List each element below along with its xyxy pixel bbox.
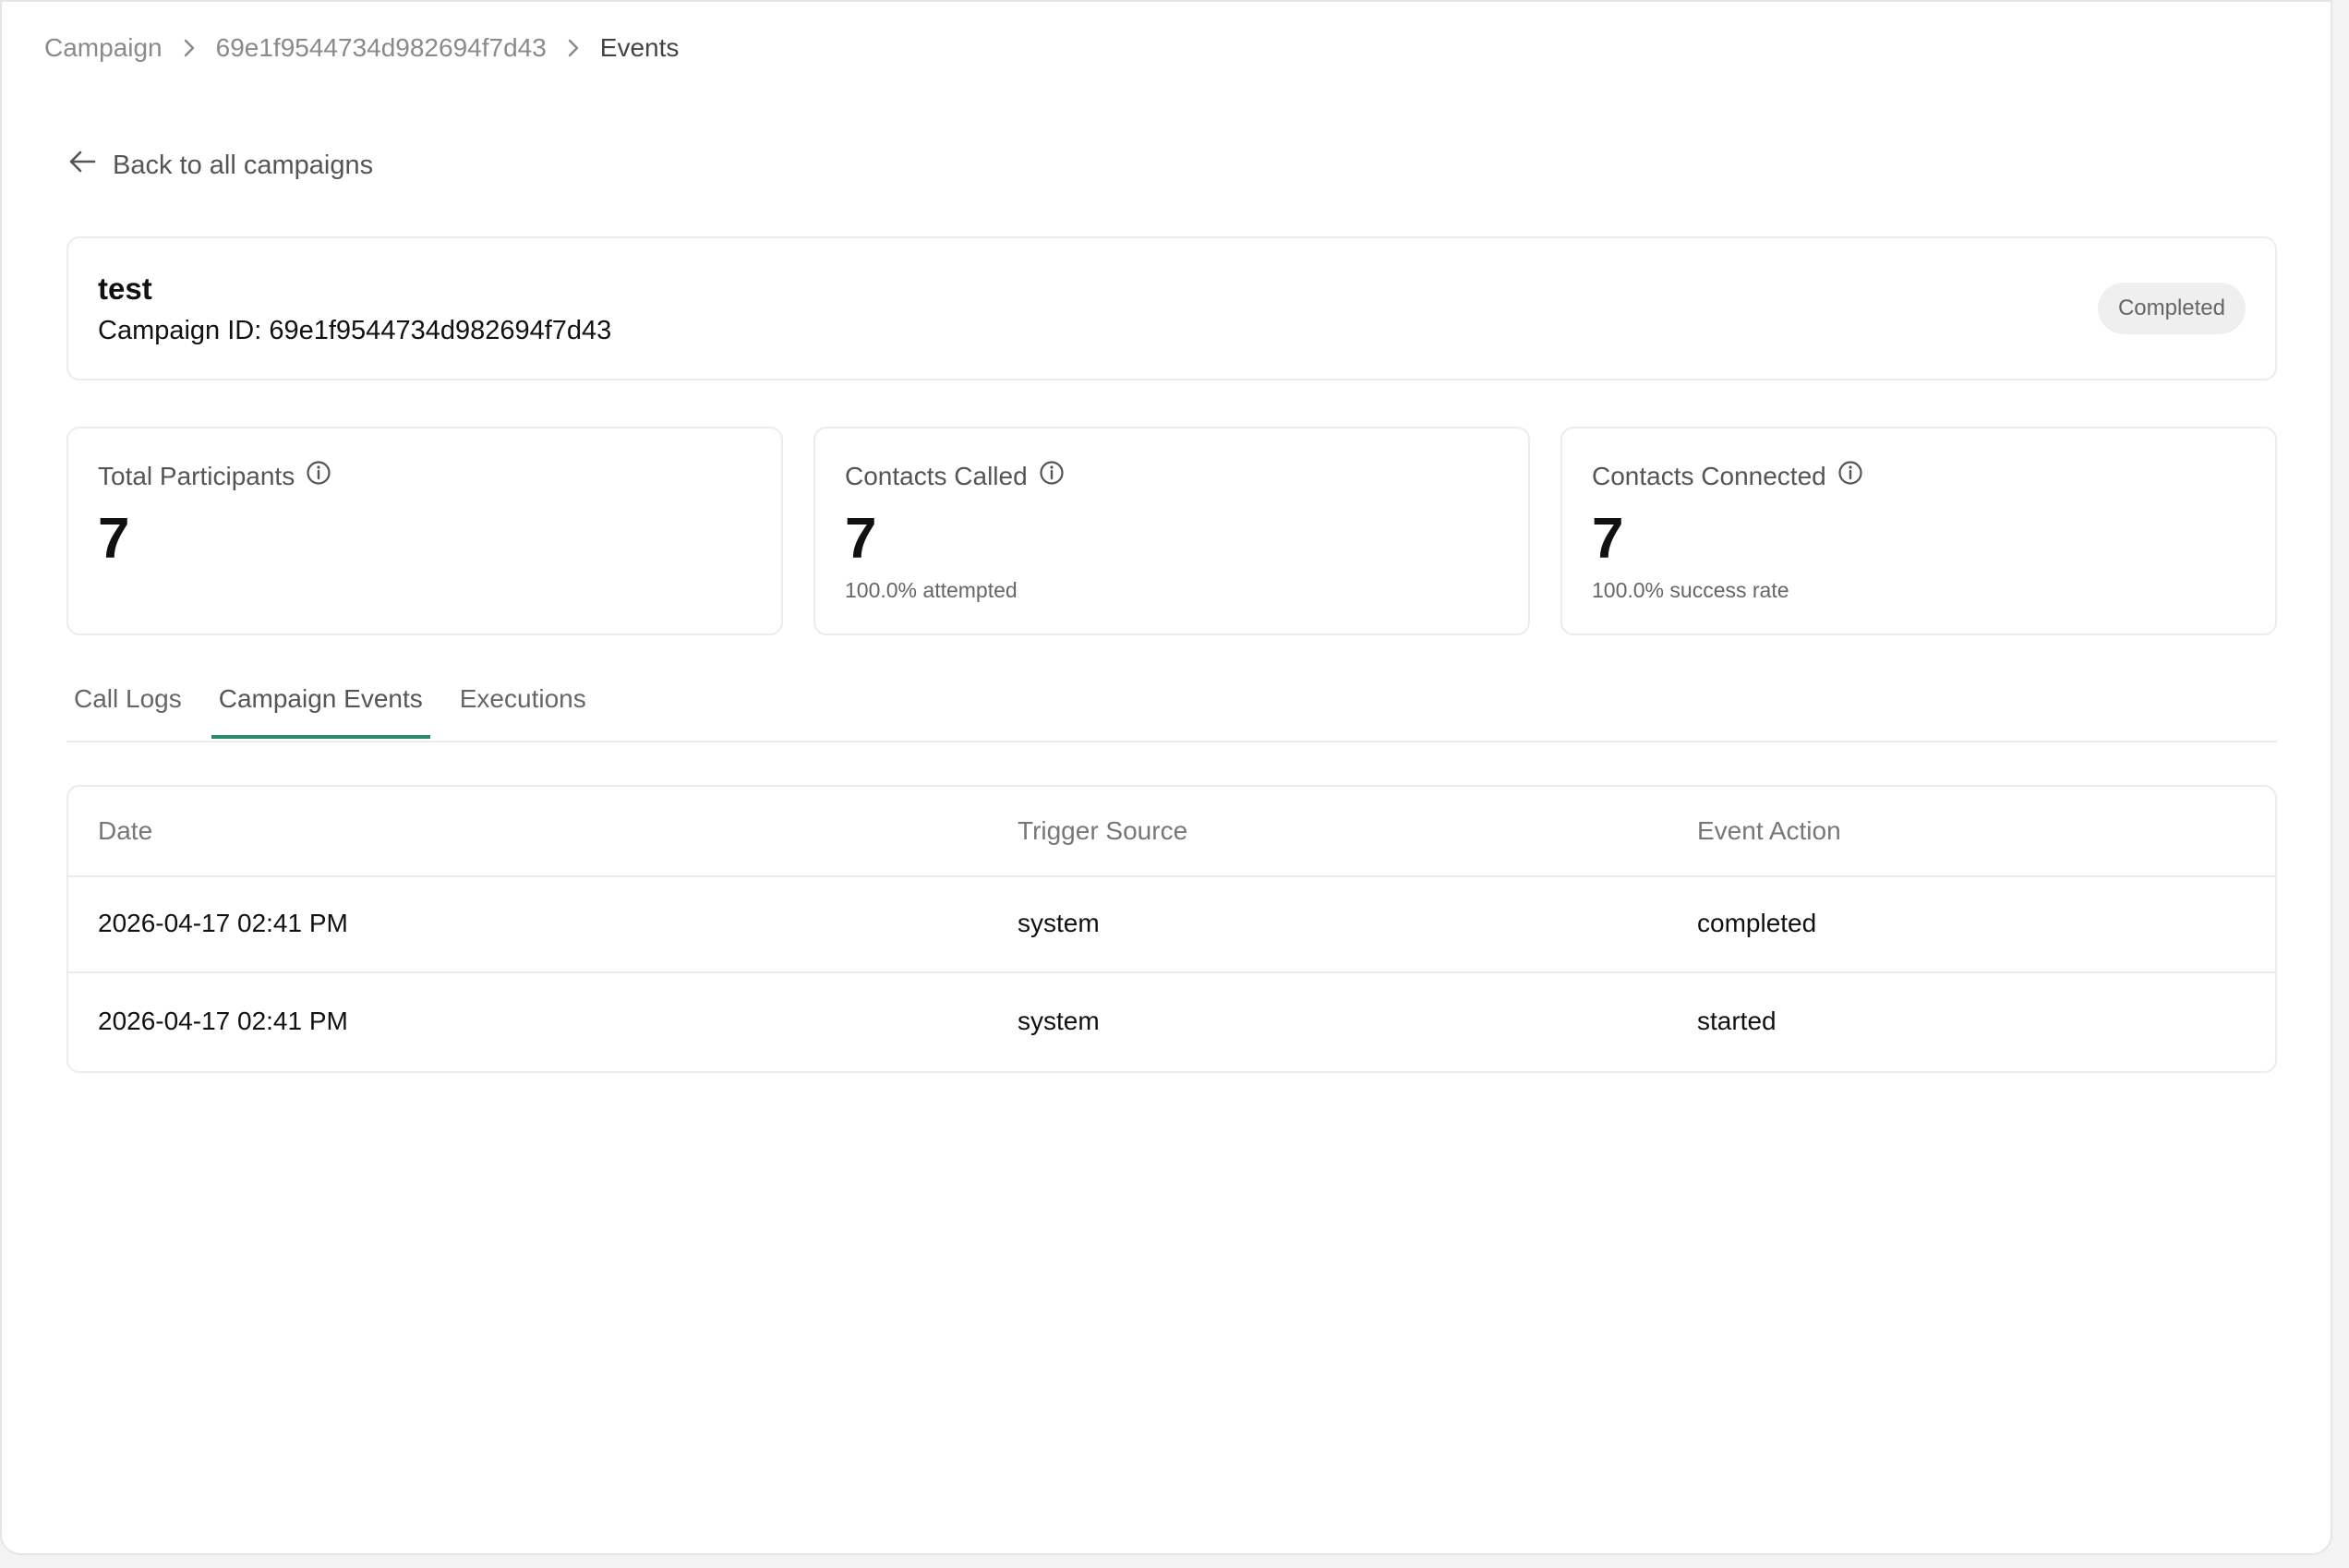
stat-label: Contacts Called <box>845 461 1028 490</box>
status-badge: Completed <box>2097 283 2246 334</box>
stat-label-row: Total Participants <box>98 460 331 492</box>
stat-value: 7 <box>98 507 130 571</box>
stat-label: Total Participants <box>98 461 295 490</box>
page-container: Campaign 69e1f9544734d982694f7d43 Events… <box>0 0 2332 1555</box>
table-header-row: Date Trigger Source Event Action <box>68 787 2275 877</box>
tab-executions[interactable]: Executions <box>452 667 594 739</box>
breadcrumb-item-campaign-id[interactable]: 69e1f9544734d982694f7d43 <box>216 33 547 63</box>
stat-subtext: 100.0% success rate <box>1592 578 1789 602</box>
campaign-header-card: test Campaign ID: 69e1f9544734d982694f7d… <box>66 236 2277 380</box>
stat-card-contacts-called: Contacts Called 7 100.0% attempted <box>813 427 1530 635</box>
cell-date: 2026-04-17 02:41 PM <box>98 909 348 937</box>
cell-trigger-source: system <box>1018 909 1100 937</box>
campaign-name: test <box>98 271 152 306</box>
stat-label-row: Contacts Connected <box>1592 460 1863 492</box>
breadcrumb-item-campaign[interactable]: Campaign <box>44 33 163 63</box>
column-header-trigger-source: Trigger Source <box>1018 816 1188 845</box>
info-icon[interactable] <box>306 460 331 492</box>
stat-label: Contacts Connected <box>1592 461 1826 490</box>
cell-date: 2026-04-17 02:41 PM <box>98 1007 348 1035</box>
cell-trigger-source: system <box>1018 1007 1100 1035</box>
arrow-left-icon <box>68 150 96 181</box>
stat-subtext: 100.0% attempted <box>845 578 1018 602</box>
back-to-campaigns-link[interactable]: Back to all campaigns <box>68 150 373 181</box>
column-header-date: Date <box>98 816 153 845</box>
chevron-right-icon <box>183 38 196 58</box>
table-row: 2026-04-17 02:41 PM system started <box>68 975 2275 1071</box>
campaign-id: Campaign ID: 69e1f9544734d982694f7d43 <box>98 316 612 345</box>
stat-card-contacts-connected: Contacts Connected 7 100.0% success rate <box>1560 427 2277 635</box>
info-icon[interactable] <box>1039 460 1065 492</box>
column-header-event-action: Event Action <box>1697 816 1841 845</box>
tab-bar: Call Logs Campaign Events Executions <box>66 667 2277 742</box>
tab-call-logs[interactable]: Call Logs <box>66 667 189 739</box>
stat-value: 7 <box>845 507 877 571</box>
events-table: Date Trigger Source Event Action 2026-04… <box>66 785 2277 1073</box>
stat-card-total-participants: Total Participants 7 <box>66 427 783 635</box>
cell-event-action: started <box>1697 1007 1777 1035</box>
stat-value: 7 <box>1592 507 1624 571</box>
table-row: 2026-04-17 02:41 PM system completed <box>68 877 2275 973</box>
cell-event-action: completed <box>1697 909 1817 937</box>
back-link-label: Back to all campaigns <box>113 150 374 180</box>
stat-label-row: Contacts Called <box>845 460 1065 492</box>
info-icon[interactable] <box>1837 460 1863 492</box>
breadcrumb: Campaign 69e1f9544734d982694f7d43 Events <box>44 30 679 66</box>
chevron-right-icon <box>567 38 580 58</box>
breadcrumb-item-current: Events <box>599 33 680 62</box>
tab-campaign-events[interactable]: Campaign Events <box>211 667 430 739</box>
